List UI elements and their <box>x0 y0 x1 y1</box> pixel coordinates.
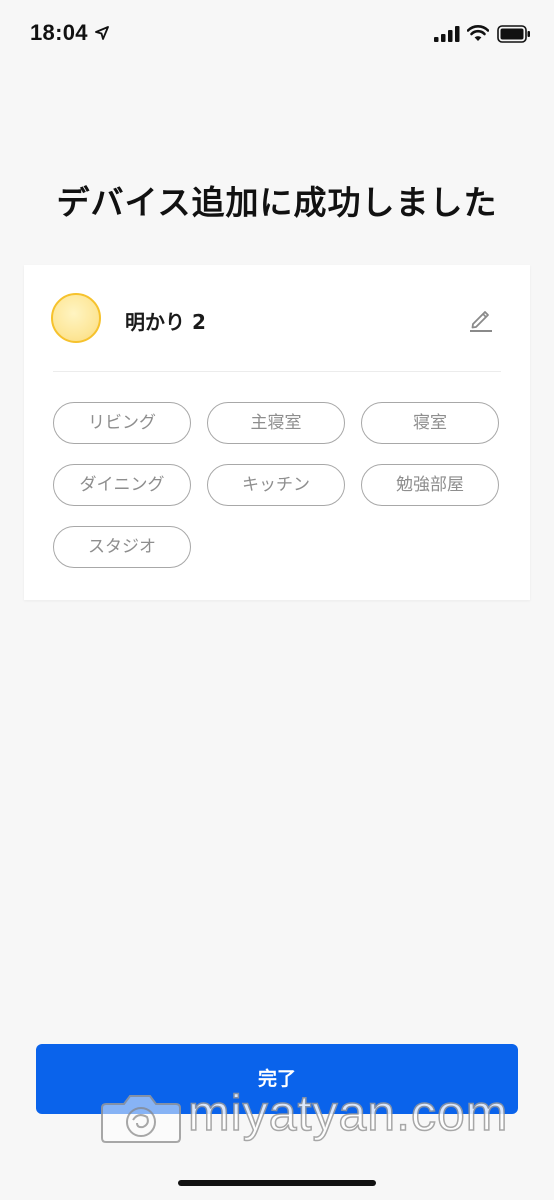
room-chip-dining[interactable]: ダイニング <box>53 464 191 506</box>
camera-watermark-icon <box>101 1095 181 1143</box>
room-chip-master-bedroom[interactable]: 主寝室 <box>207 402 345 444</box>
cellular-signal-icon <box>434 26 460 42</box>
room-chip-bedroom[interactable]: 寝室 <box>361 402 499 444</box>
page-title: デバイス追加に成功しました <box>56 183 498 222</box>
status-time: 18:04 <box>30 20 88 45</box>
watermark-text: miyatyan.com <box>187 1084 509 1142</box>
location-arrow-icon <box>95 26 109 40</box>
home-indicator <box>178 1180 376 1186</box>
room-chip-living[interactable]: リビング <box>53 402 191 444</box>
card-divider <box>53 371 501 372</box>
room-chip-study[interactable]: 勉強部屋 <box>361 464 499 506</box>
room-chip-studio[interactable]: スタジオ <box>53 526 191 568</box>
wifi-icon <box>467 25 489 41</box>
watermark: miyatyan.com <box>100 1084 530 1150</box>
light-bulb-icon <box>51 293 101 343</box>
status-bar: 18:04 <box>0 0 554 68</box>
device-name: 明かり 2 <box>125 310 206 334</box>
device-card: 明かり 2 リビング 主寝室 寝室 ダイニング キッチン 勉強部屋 スタジオ <box>24 265 530 600</box>
battery-icon <box>497 25 530 43</box>
room-chip-kitchen[interactable]: キッチン <box>207 464 345 506</box>
edit-pencil-icon[interactable] <box>467 305 495 333</box>
